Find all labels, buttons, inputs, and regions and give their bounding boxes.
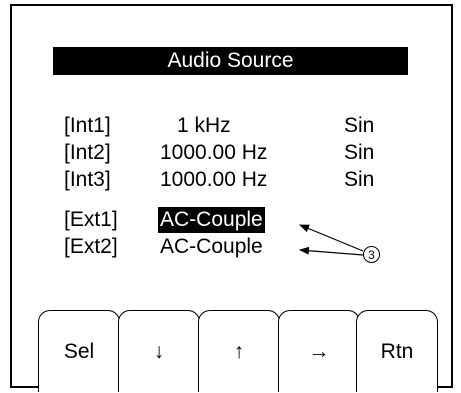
sel-button-label: Sel [63,340,95,363]
source-label: [Int3] [64,168,111,191]
source-label: [Int2] [64,141,111,164]
arrow-right-icon: → [308,340,330,363]
source-waveform: Sin [344,168,375,191]
screen-title: Audio Source [167,49,294,72]
source-label: [Int1] [64,114,111,137]
source-row-ext1[interactable]: [Ext1] AC-Couple [0,207,461,233]
arrow-up-icon: ↑ [233,340,245,363]
source-value: AC-Couple [160,235,263,258]
source-label: [Ext2] [64,235,118,258]
source-row-ext2[interactable]: [Ext2] AC-Couple [0,234,461,260]
source-label: [Ext1] [64,208,118,231]
arrow-down-icon: ↓ [153,340,165,363]
rtn-button[interactable]: Rtn [356,310,438,392]
right-button[interactable]: → [278,310,360,392]
sel-button[interactable]: Sel [38,310,120,392]
source-value: 1000.00 Hz [160,141,268,164]
source-row-int2[interactable]: [Int2] 1000.00 Hz Sin [0,140,461,166]
source-value: 1 kHz [177,114,231,137]
callout-number: 3 [363,246,380,263]
source-row-int3[interactable]: [Int3] 1000.00 Hz Sin [0,167,461,193]
screen-title-bar: Audio Source [53,47,408,75]
source-value-selected: AC-Couple [158,207,265,233]
up-button[interactable]: ↑ [198,310,280,392]
soft-key-bar: Sel ↓ ↑ → Rtn [38,310,438,392]
source-row-int1[interactable]: [Int1] 1 kHz Sin [0,113,461,139]
rtn-button-label: Rtn [380,340,414,363]
down-button[interactable]: ↓ [118,310,200,392]
source-value: 1000.00 Hz [160,168,268,191]
source-waveform: Sin [344,114,375,137]
source-waveform: Sin [344,141,375,164]
